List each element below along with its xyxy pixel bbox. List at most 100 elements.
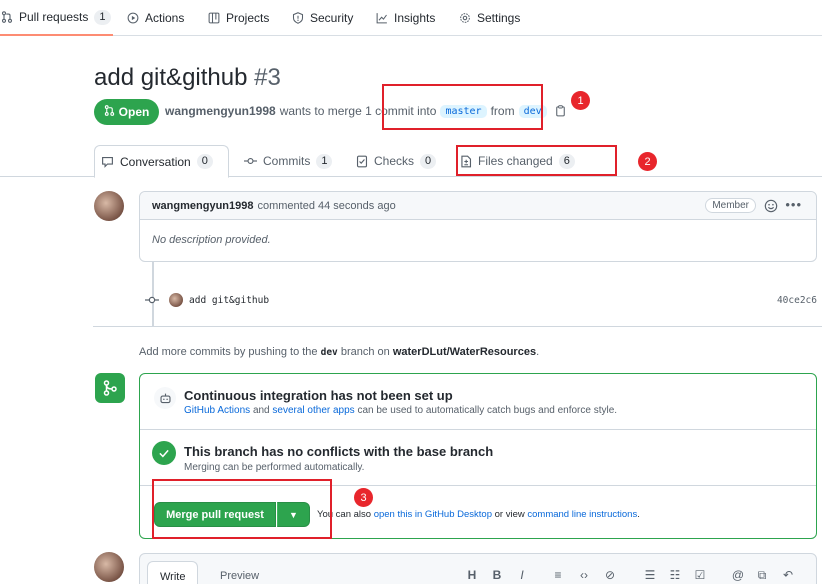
repo-nav: Pull requests 1 Actions Projects Securit… [0, 0, 822, 36]
annotation-box-3 [152, 479, 332, 539]
smiley-icon[interactable] [764, 199, 778, 213]
nav-label: Insights [394, 11, 436, 25]
comment-box: wangmengyun1998 commented 44 seconds ago… [139, 191, 817, 262]
commit-message[interactable]: add git&github [189, 295, 269, 306]
also-text: You can also open this in GitHub Desktop… [317, 509, 640, 520]
also-suffix: . [637, 509, 640, 520]
link-icon[interactable]: ⊘ [602, 568, 618, 582]
annotation-marker-1: 1 [571, 91, 590, 110]
robot-icon [154, 387, 176, 409]
pr-number: #3 [254, 64, 281, 91]
quote-icon[interactable]: ≡ [550, 568, 566, 582]
tab-count: 0 [420, 153, 437, 169]
table-icon [207, 12, 220, 25]
annotation-box-1 [382, 84, 543, 130]
state-label: Open [118, 105, 150, 119]
push-hint-repo: waterDLut/WaterResources [392, 346, 537, 358]
tab-count: 0 [196, 154, 213, 169]
avatar[interactable] [94, 552, 124, 582]
ci-subtitle: GitHub Actions and several other apps ca… [184, 405, 617, 416]
kebab-menu-icon[interactable]: ••• [785, 197, 802, 212]
ci-rest: can be used to automatically catch bugs … [357, 405, 618, 416]
git-pull-request-icon [0, 11, 13, 24]
task-list-icon[interactable]: ☑ [692, 568, 708, 582]
mention-icon[interactable]: @ [730, 568, 746, 582]
tab-label: Commits [263, 154, 311, 168]
nav-security[interactable]: Security [291, 0, 353, 36]
pr-tabs: Conversation 0 Commits 1 Checks 0 Files … [0, 145, 822, 178]
commit-sha[interactable]: 40ce2c6 [777, 295, 817, 306]
reference-icon[interactable]: ⧉ [754, 568, 770, 583]
push-hint-middle: branch on [340, 346, 390, 358]
ci-and: and [252, 405, 270, 416]
code-icon[interactable]: ‹› [576, 568, 592, 582]
git-commit-icon [145, 295, 159, 305]
pr-title-text: add git&github [94, 64, 248, 91]
italic-button[interactable]: I [514, 568, 530, 582]
graph-icon [375, 12, 388, 25]
tab-label: Checks [374, 154, 415, 168]
nav-projects[interactable]: Projects [207, 0, 269, 36]
comment-time[interactable]: commented 44 seconds ago [257, 200, 395, 212]
nav-count: 1 [94, 9, 111, 25]
git-pull-request-icon [104, 105, 115, 119]
also-mid: or view [494, 509, 525, 520]
tab-commits[interactable]: Commits 1 [238, 145, 338, 177]
shield-icon [291, 12, 304, 25]
numbered-list-icon[interactable]: ☷ [667, 568, 683, 582]
other-apps-link[interactable]: several other apps [272, 405, 354, 416]
state-badge: Open [94, 99, 159, 125]
nav-label: Security [310, 11, 354, 25]
ci-section: Continuous integration has not been set … [140, 374, 816, 430]
github-actions-link[interactable]: GitHub Actions [184, 405, 250, 416]
copy-icon[interactable] [555, 105, 566, 117]
comment-author[interactable]: wangmengyun1998 [152, 200, 253, 212]
pr-author-link[interactable]: wangmengyun1998 [165, 104, 276, 118]
nav-insights[interactable]: Insights [375, 0, 435, 36]
commit-row: add git&github 40ce2c6 [145, 292, 817, 308]
check-icon [152, 441, 176, 465]
comment-editor: Write Preview H B I ≡ ‹› ⊘ ☰ ☷ ☑ @ ⧉ ↶ [139, 553, 817, 584]
push-hint-prefix: Add more commits by pushing to the [139, 346, 318, 358]
gear-icon [458, 12, 471, 25]
tab-preview[interactable]: Preview [208, 561, 271, 584]
annotation-box-2 [456, 145, 617, 176]
nav-label: Actions [145, 11, 185, 25]
push-hint-branch: dev [320, 347, 338, 358]
tab-checks[interactable]: Checks 0 [350, 145, 442, 177]
bold-button[interactable]: B [489, 568, 505, 582]
comment-header: wangmengyun1998 commented 44 seconds ago… [140, 192, 816, 220]
push-hint: Add more commits by pushing to the dev b… [139, 346, 539, 358]
tab-label: Conversation [120, 154, 191, 169]
nav-pull-requests[interactable]: Pull requests 1 [0, 0, 113, 36]
nav-actions[interactable]: Actions [126, 0, 184, 36]
comment-icon [101, 156, 114, 168]
tab-conversation[interactable]: Conversation 0 [94, 145, 229, 178]
nav-settings[interactable]: Settings [458, 0, 520, 36]
github-desktop-link[interactable]: open this in GitHub Desktop [374, 509, 492, 520]
pr-title: add git&github #3 [94, 64, 281, 92]
play-icon [126, 12, 139, 25]
conflict-title: This branch has no conflicts with the ba… [184, 444, 494, 459]
nav-label: Projects [226, 11, 270, 25]
git-commit-icon [244, 156, 257, 166]
ci-title: Continuous integration has not been set … [184, 388, 453, 403]
conflict-subtitle: Merging can be performed automatically. [184, 462, 365, 473]
reply-icon[interactable]: ↶ [780, 568, 796, 582]
tab-count: 1 [316, 153, 333, 169]
git-merge-icon [95, 373, 125, 403]
divider [93, 326, 822, 327]
avatar[interactable] [94, 191, 124, 221]
command-line-link[interactable]: command line instructions [527, 509, 637, 520]
checklist-icon [356, 155, 368, 168]
tab-write[interactable]: Write [147, 561, 199, 584]
avatar[interactable] [169, 293, 183, 307]
annotation-marker-3: 3 [354, 488, 373, 507]
push-hint-suffix: . [536, 346, 540, 358]
annotation-marker-2: 2 [638, 152, 657, 171]
role-badge: Member [705, 198, 756, 213]
bulleted-list-icon[interactable]: ☰ [642, 568, 658, 582]
nav-label: Settings [477, 11, 521, 25]
heading-button[interactable]: H [464, 568, 480, 582]
comment-body: No description provided. [152, 234, 271, 246]
